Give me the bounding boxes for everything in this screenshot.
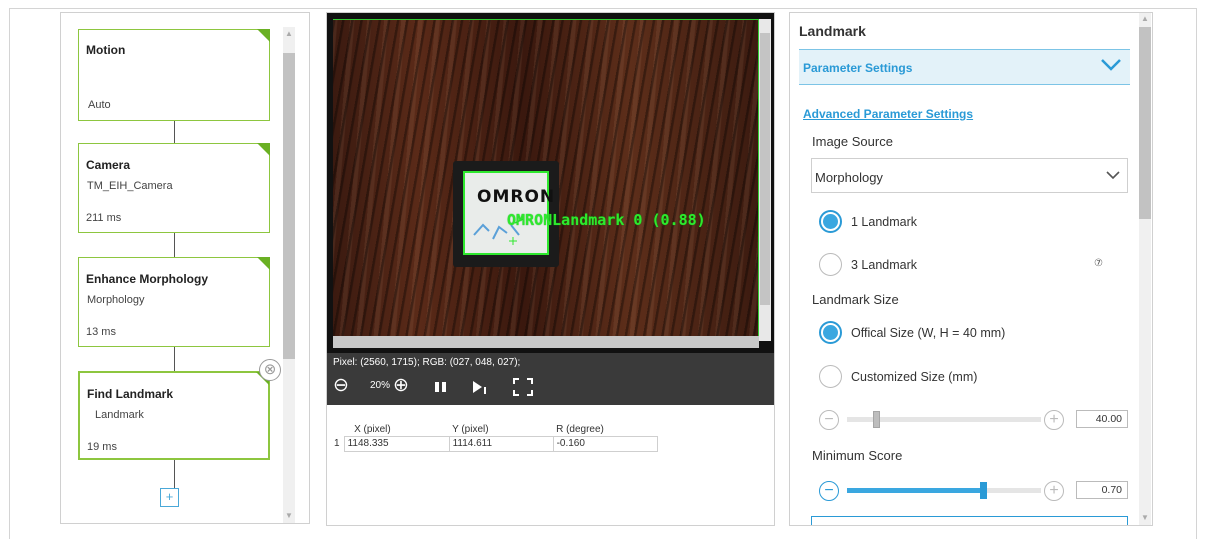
column-header-y: Y (pixel) — [452, 424, 489, 436]
radio-3-landmark[interactable] — [819, 253, 842, 276]
cell-y: 1114.611 — [448, 435, 554, 452]
minimum-score-label: Minimum Score — [812, 448, 903, 463]
size-slider-track — [847, 411, 1041, 428]
advanced-settings-link[interactable]: Advanced Parameter Settings — [803, 107, 973, 121]
flow-connector — [174, 233, 175, 257]
size-increase-button: + — [1044, 410, 1064, 430]
landmark-brand: OMRON — [477, 187, 556, 207]
zoom-in-icon[interactable]: ⊕ — [393, 375, 409, 397]
cell-x: 1148.335 — [343, 435, 450, 452]
score-value-field[interactable]: 0.70 — [1076, 481, 1128, 499]
scroll-up-icon[interactable]: ▲ — [284, 29, 294, 39]
radio-1-landmark[interactable] — [819, 210, 842, 233]
scrollbar-thumb[interactable] — [283, 53, 295, 359]
score-slider-fill — [847, 488, 983, 493]
node-title: Motion — [86, 43, 126, 57]
radio-label: 1 Landmark — [851, 215, 918, 229]
score-decrease-button[interactable]: − — [819, 481, 839, 501]
node-time: 211 ms — [86, 212, 122, 224]
radio-label: 3 Landmark — [851, 258, 918, 272]
accordion-label: Parameter Settings — [803, 61, 913, 75]
scroll-down-icon[interactable]: ▼ — [1140, 513, 1150, 523]
settings-scrollbar[interactable]: ▲ ▼ — [1139, 13, 1151, 525]
radio-label: Offical Size (W, H = 40 mm) — [851, 326, 1006, 340]
node-time: 19 ms — [87, 441, 117, 453]
help-icon[interactable]: ⑦ — [1094, 258, 1103, 269]
flow-node-camera[interactable]: Camera TM_EIH_Camera 211 ms — [78, 143, 270, 233]
flow-connector — [174, 121, 175, 143]
table-row[interactable]: 1 1148.335 1114.611 -0.160 — [332, 435, 658, 452]
add-node-button[interactable]: + — [160, 488, 179, 507]
detection-overlay-label: OMRONLandmark 0 (0.88) — [507, 211, 706, 229]
chevron-down-icon — [1106, 171, 1120, 180]
node-subtitle: Morphology — [87, 294, 145, 306]
radio-label: Customized Size (mm) — [851, 370, 978, 384]
flow-scrollbar[interactable]: ▲ ▼ — [283, 27, 295, 523]
column-header-r: R (degree) — [556, 424, 604, 436]
node-title: Find Landmark — [87, 387, 174, 401]
column-header-x: X (pixel) — [354, 424, 391, 436]
node-status: Auto — [88, 99, 111, 111]
flow-node-enhance-morphology[interactable]: Enhance Morphology Morphology 13 ms — [78, 257, 270, 347]
pause-icon[interactable] — [434, 380, 448, 394]
parameter-settings-accordion[interactable]: Parameter Settings — [799, 49, 1130, 85]
step-icon[interactable] — [471, 379, 489, 395]
cell-r: -0.160 — [552, 435, 658, 452]
node-title: Camera — [86, 158, 131, 172]
radio-official-size[interactable] — [819, 321, 842, 344]
score-slider-track[interactable] — [847, 482, 1041, 499]
scrollbar-thumb[interactable] — [760, 33, 770, 305]
scroll-up-icon[interactable]: ▲ — [1140, 14, 1150, 24]
image-h-scrollbar[interactable] — [333, 336, 759, 348]
node-time: 13 ms — [86, 326, 116, 338]
image-source-label: Image Source — [812, 134, 893, 149]
flow-panel: Motion Auto Camera TM_EIH_Camera 211 ms … — [60, 12, 310, 524]
scrollbar-thumb[interactable] — [1139, 27, 1151, 219]
score-slider[interactable]: − + 0.70 — [819, 480, 1128, 502]
node-title: Enhance Morphology — [86, 272, 209, 286]
flow-connector — [174, 460, 175, 488]
score-increase-button[interactable]: + — [1044, 481, 1064, 501]
viewer-toolbar: Pixel: (2560, 1715); RGB: (027, 048, 027… — [327, 353, 774, 405]
next-section-box — [811, 516, 1128, 525]
score-slider-knob[interactable] — [980, 482, 987, 499]
scroll-down-icon[interactable]: ▼ — [284, 511, 294, 521]
remove-node-icon[interactable]: ⊗ — [259, 359, 281, 381]
zoom-level: 20% — [370, 380, 391, 391]
pixel-info: Pixel: (2560, 1715); RGB: (027, 048, 027… — [333, 357, 521, 368]
settings-panel: Landmark Parameter Settings Advanced Par… — [789, 12, 1153, 526]
node-subtitle: TM_EIH_Camera — [87, 180, 173, 192]
image-v-scrollbar[interactable] — [759, 19, 771, 341]
panel-title: Landmark — [799, 23, 866, 39]
size-value-field[interactable]: 40.00 — [1076, 410, 1128, 428]
select-value: Morphology — [815, 170, 883, 185]
image-panel: OMRON OMRONLandmark 0 (0.88) Pixel: (256… — [326, 12, 775, 526]
results-index-header — [332, 423, 344, 436]
flow-connector — [174, 347, 175, 371]
fullscreen-icon[interactable] — [513, 378, 533, 396]
row-index: 1 — [334, 438, 340, 449]
image-source-select[interactable]: Morphology — [811, 158, 1128, 193]
image-viewer[interactable]: OMRON OMRONLandmark 0 (0.88) — [327, 13, 774, 353]
landmark-size-label: Landmark Size — [812, 292, 899, 307]
size-slider-knob — [873, 411, 880, 428]
size-decrease-button: − — [819, 410, 839, 430]
results-table: X (pixel) Y (pixel) R (degree) 1 1148.33… — [332, 423, 664, 452]
zoom-out-icon[interactable]: ⊖ — [333, 375, 349, 397]
radio-customized-size[interactable] — [819, 365, 842, 388]
flow-node-find-landmark[interactable]: Find Landmark Landmark 19 ms — [78, 371, 270, 460]
chevron-down-icon[interactable] — [1100, 58, 1122, 72]
flow-node-motion[interactable]: Motion Auto — [78, 29, 270, 121]
size-slider: − + 40.00 — [819, 409, 1128, 431]
node-subtitle: Landmark — [95, 409, 144, 421]
